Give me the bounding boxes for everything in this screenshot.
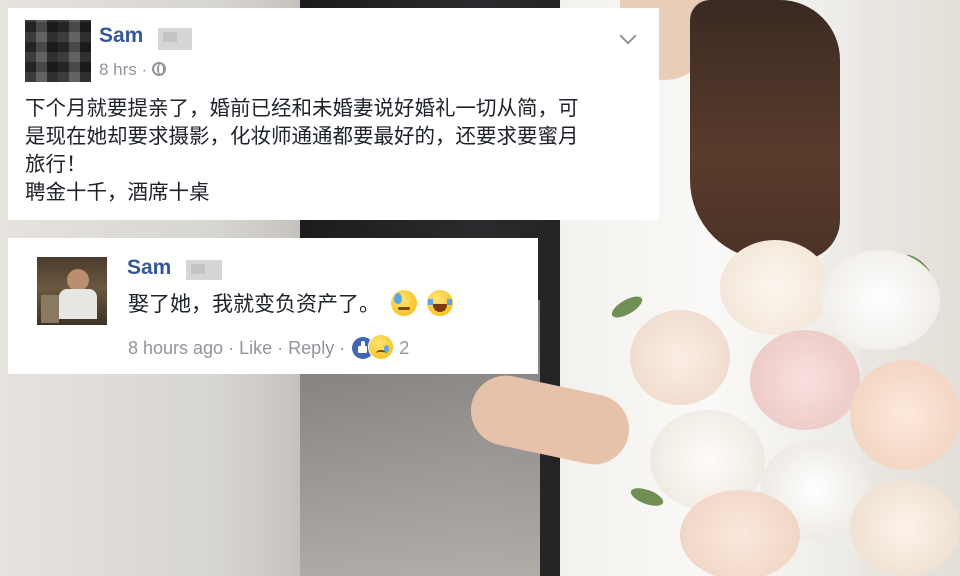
post-body: 下个月就要提亲了，婚前已经和未婚妻说好婚礼一切从简，可 是现在她却要求摄影，化妆… <box>25 94 650 206</box>
reply-link[interactable]: Reply <box>288 338 334 358</box>
avatar[interactable] <box>25 20 91 82</box>
post-line: 下个月就要提亲了，婚前已经和未婚妻说好婚礼一切从简，可 <box>25 96 579 120</box>
separator-dot: · <box>141 60 148 79</box>
censored-surname <box>158 28 192 50</box>
rose <box>850 480 960 576</box>
rose <box>850 360 960 470</box>
flower-bouquet <box>600 240 960 576</box>
separator-dot: · <box>277 338 284 358</box>
facebook-post-card: Sam 8 hrs · 下个月就要提亲了，婚前已经和未婚妻说好婚礼一切从简，可 … <box>8 8 659 220</box>
post-time[interactable]: 8 hrs <box>99 60 137 79</box>
reaction-count[interactable]: 2 <box>399 338 409 358</box>
rose <box>820 250 940 350</box>
avatar-person-shirt <box>59 289 97 319</box>
rose <box>680 490 800 576</box>
comment-body: 娶了她，我就变负资产了。 <box>128 288 454 318</box>
separator-dot: · <box>339 338 346 358</box>
avatar-stool <box>41 295 59 323</box>
chevron-down-icon[interactable] <box>621 30 635 44</box>
separator-dot: · <box>228 338 235 358</box>
post-timestamp-row: 8 hrs · <box>99 60 166 80</box>
post-line: 旅行！ <box>25 152 87 176</box>
sweat-emoji-icon <box>390 290 417 316</box>
post-line: 聘金十千，酒席十桌 <box>25 180 210 204</box>
comment-time[interactable]: 8 hours ago <box>128 338 223 358</box>
comment-actions: 8 hours ago · Like · Reply · 2 <box>128 334 409 360</box>
avatar-person-head <box>67 269 89 291</box>
censored-surname <box>186 260 222 280</box>
laughing-tears-emoji-icon <box>427 290 454 316</box>
leaf <box>608 292 646 322</box>
like-link[interactable]: Like <box>239 338 272 358</box>
comment-text: 娶了她，我就变负资产了。 <box>128 292 380 316</box>
rose <box>750 330 860 430</box>
rose <box>630 310 730 405</box>
post-author-name[interactable]: Sam <box>99 24 143 48</box>
rose <box>720 240 830 335</box>
bride-hair <box>690 0 840 260</box>
comment-author-name[interactable]: Sam <box>127 256 171 280</box>
post-line: 是现在她却要求摄影，化妆师通通都要最好的，还要求要蜜月 <box>25 124 579 148</box>
sad-reaction-icon[interactable] <box>368 334 395 360</box>
globe-icon <box>151 62 166 76</box>
avatar[interactable] <box>37 257 107 325</box>
facebook-comment-card: Sam 娶了她，我就变负资产了。 8 hours ago · Like · Re… <box>8 238 538 374</box>
